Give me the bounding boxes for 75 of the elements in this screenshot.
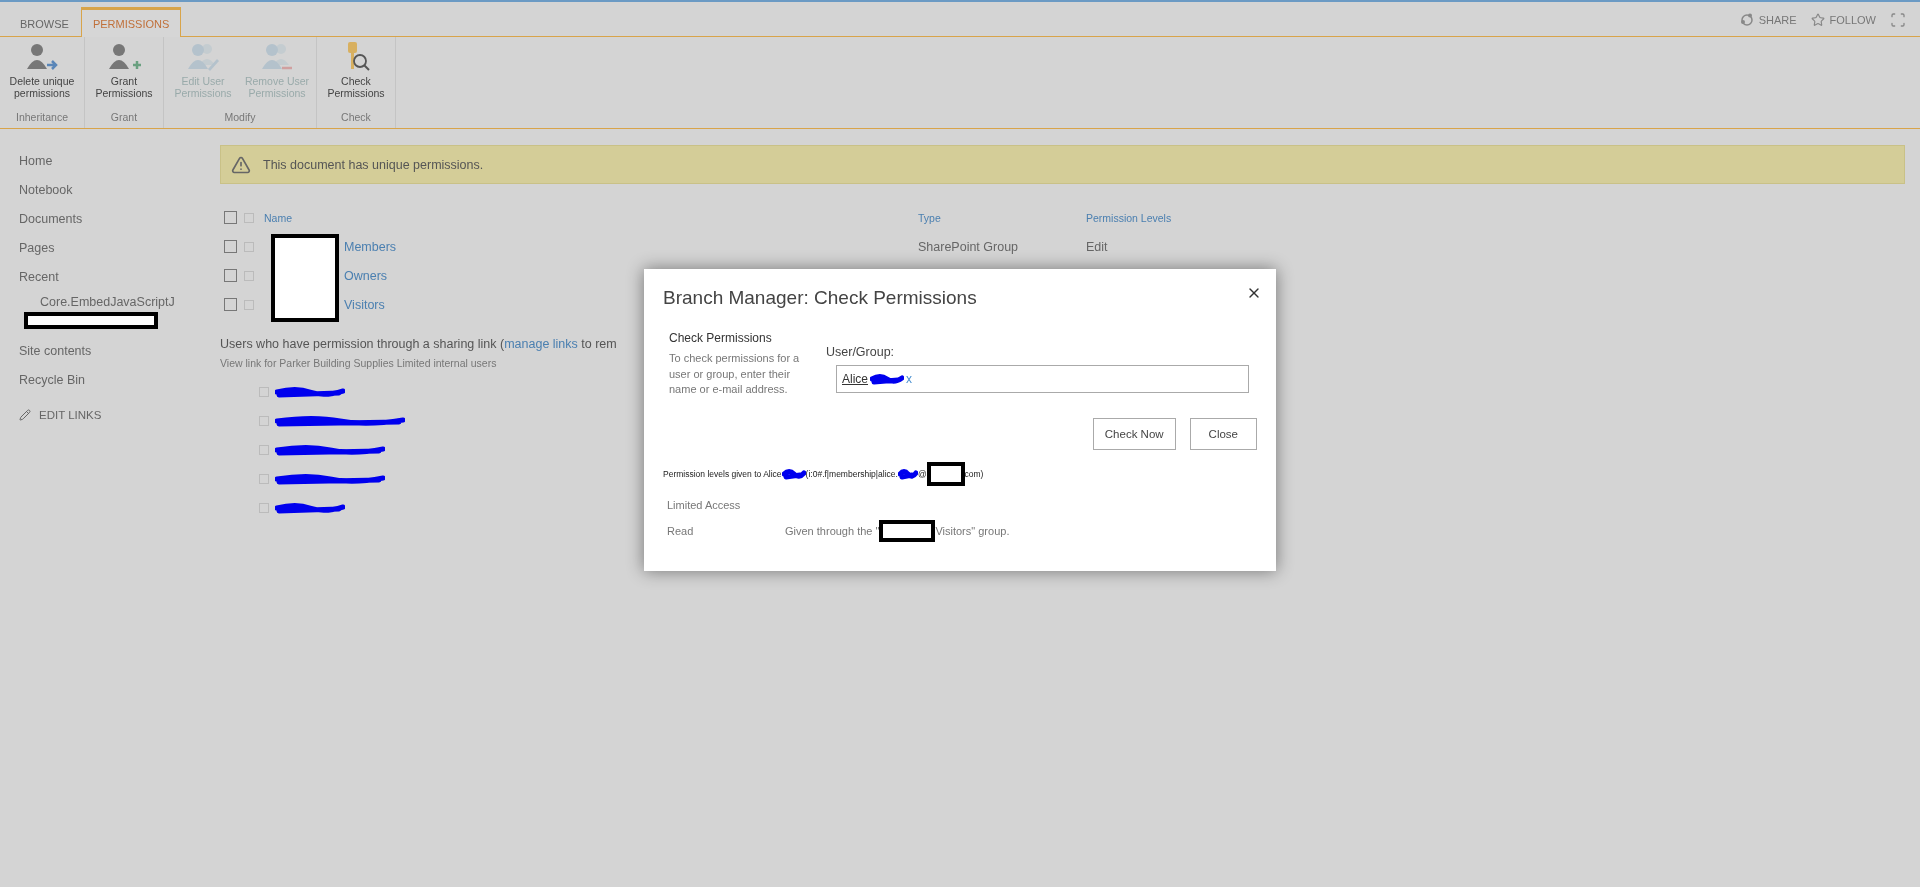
user-checkbox[interactable] (259, 502, 269, 513)
result-text: (i:0#.f|membership|alice. (805, 468, 898, 479)
edit-links-link[interactable]: EDIT LINKS (19, 409, 220, 421)
scribble-mark (275, 385, 345, 398)
group-link[interactable]: Owners (344, 268, 388, 283)
people-icon (186, 41, 220, 73)
nav-link[interactable]: Pages (19, 234, 220, 263)
ribbon-button[interactable]: Delete unique permissions (3, 41, 81, 108)
table-cell-text: SharePoint Group (918, 239, 1020, 254)
remove-link[interactable]: x (906, 372, 912, 386)
scribble-mark (870, 373, 904, 385)
warning-icon (231, 154, 251, 175)
nav-link[interactable]: Documents (19, 205, 220, 234)
notice-text: This document has unique permissions. (263, 157, 484, 172)
result-text: com) (964, 468, 984, 479)
ribbon-group-label: Inheritance (15, 110, 69, 125)
field-label: User/Group: (826, 345, 896, 359)
user-checkbox[interactable] (259, 415, 269, 426)
row-checkbox[interactable] (224, 240, 237, 253)
nav-link[interactable]: Recent (19, 263, 220, 292)
follow-link[interactable]: FOLLOW (1810, 13, 1876, 27)
level-detail: Visitors" group. (935, 524, 1010, 537)
close-dialog-button[interactable]: Close (1189, 417, 1257, 450)
checkbox[interactable] (244, 241, 254, 252)
nav-link[interactable]: Home (19, 147, 220, 176)
ribbon-group-label: Check (340, 110, 372, 125)
user-name: Alice (842, 372, 868, 386)
star-icon (1810, 13, 1825, 27)
nav-link[interactable]: Recycle Bin (19, 366, 220, 395)
redaction-box (926, 461, 965, 486)
ribbon-group-label: Grant (109, 110, 139, 125)
checkbox[interactable] (244, 270, 254, 281)
section-description: To check permissions for a user or group, enter their name or e-mail address. (668, 351, 801, 397)
select-all-checkbox[interactable] (224, 211, 237, 224)
nav-link[interactable]: Notebook (19, 176, 220, 205)
focus-icon[interactable] (1890, 12, 1906, 28)
user-checkbox[interactable] (259, 386, 269, 397)
scribble-mark (781, 467, 806, 480)
scribble-mark (897, 467, 918, 480)
manage-links-link[interactable]: manage links (504, 337, 578, 351)
redaction-box (879, 519, 936, 542)
nav-link[interactable]: Site contents (19, 337, 220, 366)
column-header[interactable]: Type (918, 211, 1086, 224)
table-cell-text: Edit (1086, 239, 1109, 254)
scribble-mark (275, 501, 345, 514)
row-checkbox[interactable] (224, 298, 237, 311)
result-text: Permission levels given to Alice (663, 468, 782, 479)
group-link[interactable]: Members (344, 239, 397, 254)
ribbon-button[interactable]: Grant Permissions (88, 41, 160, 108)
user-checkbox[interactable] (259, 444, 269, 455)
ribbon-group-label: Modify (223, 110, 257, 125)
dialog-title: Branch Manager: Check Permissions (663, 287, 977, 309)
share-icon (1739, 13, 1754, 27)
group-link[interactable]: Visitors (344, 297, 385, 312)
nav-sublink[interactable]: Core.EmbedJavaScriptJ (19, 292, 220, 312)
row-checkbox[interactable] (224, 269, 237, 282)
pencil-icon (19, 409, 31, 421)
user-checkbox[interactable] (259, 473, 269, 484)
sharing-text: Users who have permission through a sharing link (manage links to rem (220, 337, 617, 351)
column-header[interactable]: Name (264, 211, 918, 224)
section-title: Check Permissions (668, 331, 773, 345)
result-text: @ (917, 468, 927, 479)
ribbon-tab[interactable]: BROWSE (8, 7, 81, 37)
sharing-subtext: View link for Parker Building Supplies Limited internal users (220, 357, 497, 369)
check-now-button[interactable]: Check Now (1092, 417, 1176, 450)
ribbon-tab[interactable]: PERMISSIONS (80, 7, 182, 37)
checkbox[interactable] (244, 212, 254, 223)
permission-level: Limited Access (667, 498, 742, 511)
column-header[interactable]: Permission Levels (1086, 211, 1286, 224)
permission-level: Read (667, 524, 695, 537)
share-link[interactable]: SHARE (1739, 13, 1797, 27)
ribbon-button[interactable]: Check Permissions (320, 41, 392, 108)
checkbox[interactable] (244, 299, 254, 310)
level-detail: Given through the " (785, 524, 880, 537)
user-group-field[interactable]: Alice x (836, 365, 1249, 393)
